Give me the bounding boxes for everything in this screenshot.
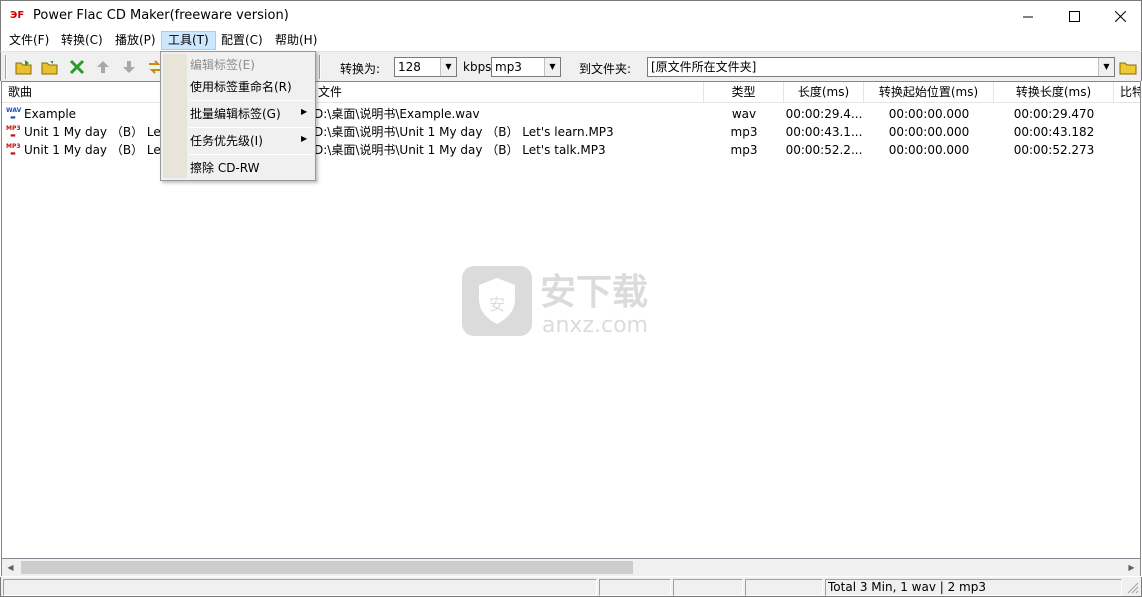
cell-start: 00:00:00.000 <box>888 143 970 157</box>
menu-batch-edit-tags[interactable]: 批量编辑标签(G) <box>190 103 281 125</box>
watermark-shield-icon: 安 安下载 anxz.com <box>462 266 648 338</box>
move-up-button[interactable] <box>92 57 114 77</box>
chevron-down-icon: ▼ <box>440 58 456 76</box>
cell-conv-length: 00:00:43.182 <box>1013 125 1095 139</box>
menu-file[interactable]: 文件(F) <box>3 31 55 50</box>
cell-length: 00:00:52.2... <box>785 143 863 157</box>
cell-start: 00:00:00.000 <box>888 125 970 139</box>
to-folder-label: 到文件夹: <box>579 62 632 76</box>
close-icon <box>1114 10 1126 22</box>
close-button[interactable] <box>1097 1 1142 31</box>
menu-play[interactable]: 播放(P) <box>109 31 162 50</box>
status-summary: Total 3 Min, 1 wav | 2 mp3 <box>825 579 1122 596</box>
maximize-button[interactable] <box>1051 1 1097 31</box>
convert-to-label: 转换为: <box>340 62 381 76</box>
svg-text:安: 安 <box>489 295 505 314</box>
cell-type: mp3 <box>730 125 758 139</box>
col-length[interactable]: 长度(ms) <box>784 82 864 103</box>
col-type[interactable]: 类型 <box>704 82 784 103</box>
svg-text:anxz.com: anxz.com <box>542 313 648 338</box>
browse-folder-button[interactable] <box>1118 57 1138 77</box>
menu-bar: 文件(F) 转换(C) 播放(P) 工具(T) 配置(C) 帮助(H) <box>0 30 1142 51</box>
format-value: mp3 <box>495 60 522 74</box>
output-folder-select[interactable]: [原文件所在文件夹] ▼ <box>647 57 1115 77</box>
tools-menu: 编辑标签(E) 使用标签重命名(R) 批量编辑标签(G) ▶ 任务优先级(I) … <box>160 51 316 181</box>
arrow-down-icon <box>123 61 135 73</box>
toolbar-separator <box>5 55 7 79</box>
scrollbar-thumb[interactable] <box>21 561 633 574</box>
menu-convert[interactable]: 转换(C) <box>55 31 109 50</box>
menu-edit-tags[interactable]: 编辑标签(E) <box>190 54 255 76</box>
menu-separator <box>189 100 313 101</box>
menu-task-priority[interactable]: 任务优先级(I) <box>190 130 263 152</box>
menu-help[interactable]: 帮助(H) <box>269 31 323 50</box>
open-folder-add-icon <box>15 60 32 75</box>
menu-tools[interactable]: 工具(T) <box>161 31 216 50</box>
delete-x-icon <box>69 59 85 75</box>
move-down-button[interactable] <box>118 57 140 77</box>
arrow-up-icon <box>97 61 109 73</box>
horizontal-scrollbar[interactable]: ◀ ▶ <box>1 559 1141 576</box>
menu-separator <box>189 154 313 155</box>
format-select[interactable]: mp3 ▼ <box>491 57 561 77</box>
status-panel <box>673 579 743 596</box>
kbps-label: kbps <box>463 60 492 74</box>
bitrate-select[interactable]: 128 ▼ <box>394 57 457 77</box>
folder-icon <box>1119 62 1137 74</box>
scroll-right-icon[interactable]: ▶ <box>1123 559 1140 576</box>
menu-separator <box>189 127 313 128</box>
scroll-left-icon[interactable]: ◀ <box>2 559 19 576</box>
minimize-button[interactable] <box>1005 1 1051 31</box>
menu-config[interactable]: 配置(C) <box>215 31 269 50</box>
window-title: Power Flac CD Maker(freeware version) <box>33 8 289 23</box>
cell-length: 00:00:29.4... <box>785 107 863 121</box>
add-folder-button[interactable] <box>39 57 61 77</box>
submenu-arrow-icon: ▶ <box>301 107 308 116</box>
cell-type: mp3 <box>730 143 758 157</box>
menu-gutter <box>163 54 187 178</box>
svg-text:安下载: 安下载 <box>540 272 648 313</box>
cell-file: D:\桌面\说明书\Unit 1 My day （B） Let's learn.… <box>314 125 614 139</box>
title-bar: ЭF Power Flac CD Maker(freeware version) <box>0 0 1142 30</box>
app-icon: ЭF <box>10 10 25 21</box>
status-panel <box>745 579 823 596</box>
cell-file: D:\桌面\说明书\Unit 1 My day （B） Let's talk.M… <box>314 143 606 157</box>
col-file[interactable]: 文件 <box>312 82 704 103</box>
cell-conv-length: 00:00:29.470 <box>1013 107 1095 121</box>
resize-grip-icon[interactable] <box>1125 580 1139 594</box>
chevron-down-icon: ▼ <box>1098 58 1114 76</box>
cell-type: wav <box>731 107 757 121</box>
col-bitrate[interactable]: 比特 <box>1114 82 1140 103</box>
open-folder-icon <box>41 61 58 75</box>
status-bar: Total 3 Min, 1 wav | 2 mp3 <box>0 577 1142 597</box>
chevron-down-icon: ▼ <box>544 58 560 76</box>
status-panel <box>599 579 671 596</box>
submenu-arrow-icon: ▶ <box>301 134 308 143</box>
mp3-file-icon: MP3 ▬ <box>6 125 21 139</box>
bitrate-value: 128 <box>398 60 421 74</box>
col-conv-length[interactable]: 转换长度(ms) <box>994 82 1114 103</box>
cell-start: 00:00:00.000 <box>888 107 970 121</box>
cell-conv-length: 00:00:52.273 <box>1013 143 1095 157</box>
toolbar-separator <box>319 55 321 79</box>
menu-rename-by-tags[interactable]: 使用标签重命名(R) <box>190 76 292 98</box>
wav-file-icon: WAV ▬ <box>6 107 22 121</box>
add-files-button[interactable] <box>13 57 35 77</box>
mp3-file-icon: MP3 ▬ <box>6 143 21 157</box>
menu-erase-cdrw[interactable]: 擦除 CD-RW <box>190 157 259 179</box>
minimize-icon <box>1022 16 1033 17</box>
cell-file: D:\桌面\说明书\Example.wav <box>314 107 480 121</box>
watermark: 安 安下载 anxz.com <box>462 256 677 338</box>
status-panel <box>3 579 597 596</box>
col-start[interactable]: 转换起始位置(ms) <box>864 82 994 103</box>
remove-button[interactable] <box>66 57 88 77</box>
maximize-icon <box>1068 10 1080 22</box>
cell-length: 00:00:43.1... <box>785 125 863 139</box>
output-folder-value: [原文件所在文件夹] <box>651 60 757 74</box>
